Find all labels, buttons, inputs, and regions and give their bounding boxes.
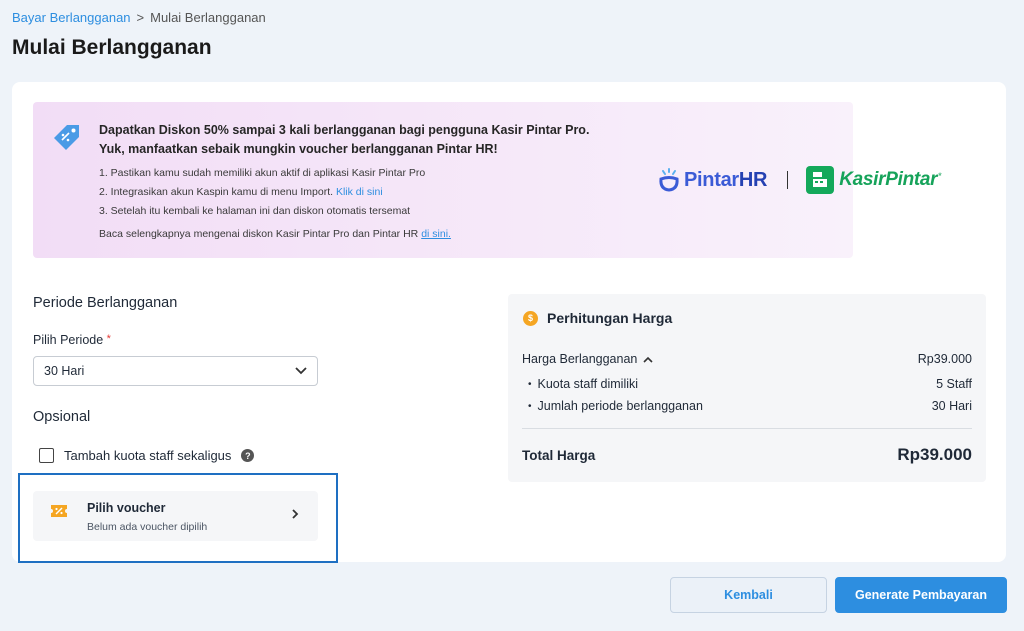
add-staff-quota-checkbox[interactable]: [39, 448, 54, 463]
coin-icon: $: [523, 310, 538, 326]
summary-item-value: 30 Hari: [931, 399, 972, 413]
promo-step-text: 3. Setelah itu kembali ke halaman ini da…: [99, 205, 411, 217]
price-summary-header: $ Perhitungan Harga: [523, 310, 672, 326]
total-price-value: Rp39.000: [897, 445, 972, 464]
kasirpintar-register-icon: [806, 166, 835, 194]
promo-footer-link[interactable]: di sini.: [421, 228, 451, 240]
periode-select[interactable]: 30 Hari: [33, 356, 318, 386]
promo-step-text: 2. Integrasikan akun Kaspin kamu di menu…: [99, 186, 334, 198]
summary-item-label: Jumlah periode berlangganan: [537, 399, 703, 413]
add-staff-quota-label[interactable]: Tambah kuota staff sekaligus: [64, 448, 231, 463]
promo-step-text: 1. Pastikan kamu sudah memiliki akun akt…: [99, 167, 426, 179]
kasirpintar-logo: KasirPintar *: [806, 166, 942, 194]
chevron-right-icon: [292, 509, 299, 519]
logo-divider: [787, 171, 789, 189]
promo-step: 1. Pastikan kamu sudah memiliki akun akt…: [99, 164, 425, 183]
pintarhr-logo-hr: HR: [738, 168, 768, 191]
bullet-icon: •: [528, 400, 532, 412]
subscription-price-toggle[interactable]: Harga Berlangganan: [522, 352, 653, 366]
summary-item-label: Kuota staff dimiliki: [537, 377, 639, 391]
breadcrumb: Bayar Berlangganan > Mulai Berlangganan: [12, 10, 266, 25]
voucher-subtitle: Belum ada voucher dipilih: [87, 521, 208, 533]
pintarhr-smile-icon: [659, 168, 679, 192]
voucher-title: Pilih voucher: [87, 501, 166, 515]
promo-footer-text: Baca selengkapnya mengenai diskon Kasir …: [99, 228, 419, 240]
required-mark: *: [106, 333, 111, 345]
promo-headline: Dapatkan Diskon 50% sampai 3 kali berlan…: [99, 121, 589, 159]
breadcrumb-separator: >: [136, 10, 145, 25]
price-summary-title: Perhitungan Harga: [547, 310, 673, 326]
total-price-row: Total Harga Rp39.000: [522, 445, 972, 465]
subscription-price-label: Harga Berlangganan: [522, 352, 638, 366]
periode-section-title: Periode Berlangganan: [33, 295, 178, 311]
opsional-section-title: Opsional: [33, 409, 91, 425]
generate-payment-button[interactable]: Generate Pembayaran: [835, 577, 1007, 613]
promo-headline-line-2: Yuk, manfaatkan sebaik mungkin voucher b…: [99, 142, 498, 156]
promo-headline-line-1: Dapatkan Diskon 50% sampai 3 kali berlan…: [99, 123, 590, 137]
back-button[interactable]: Kembali: [670, 577, 827, 613]
subscription-price-value: Rp39.000: [917, 352, 972, 366]
pintarhr-logo: PintarHR: [657, 167, 767, 193]
kasirpintar-logo-mark: *: [938, 171, 942, 181]
chevron-up-icon: [643, 356, 653, 363]
promo-step: 3. Setelah itu kembali ke halaman ini da…: [99, 202, 425, 221]
promo-step: 2. Integrasikan akun Kaspin kamu di menu…: [99, 183, 425, 202]
pintarhr-logo-text: PintarHR: [684, 169, 767, 192]
subscription-price-row[interactable]: Harga Berlangganan Rp39.000: [522, 352, 972, 366]
bullet-icon: •: [528, 378, 532, 390]
summary-item-row: • Jumlah periode berlangganan 30 Hari: [522, 399, 972, 413]
voucher-icon: [51, 505, 67, 517]
summary-item-value: 5 Staff: [936, 377, 972, 391]
discount-tag-icon: [54, 125, 79, 150]
promo-banner: Dapatkan Diskon 50% sampai 3 kali berlan…: [33, 102, 942, 258]
import-link[interactable]: Klik di sini: [336, 186, 383, 198]
promo-steps: 1. Pastikan kamu sudah memiliki akun akt…: [99, 164, 425, 221]
summary-item-row: • Kuota staff dimiliki 5 Staff: [522, 377, 972, 391]
periode-label: Pilih Periode *: [33, 333, 111, 347]
partner-logos: PintarHR KasirPintar *: [657, 164, 942, 196]
voucher-picker[interactable]: Pilih voucher Belum ada voucher dipilih: [33, 491, 318, 541]
summary-divider: [522, 428, 972, 429]
breadcrumb-current: Mulai Berlangganan: [150, 10, 266, 25]
kasirpintar-logo-text: KasirPintar: [839, 169, 938, 190]
main-card: Dapatkan Diskon 50% sampai 3 kali berlan…: [12, 82, 1006, 563]
page-title: Mulai Berlangganan: [12, 36, 212, 59]
periode-label-text: Pilih Periode: [33, 333, 104, 347]
promo-footer: Baca selengkapnya mengenai diskon Kasir …: [99, 228, 451, 240]
help-icon[interactable]: ?: [241, 449, 255, 462]
add-staff-quota-row: Tambah kuota staff sekaligus ?: [39, 448, 255, 463]
price-summary: $ Perhitungan Harga Harga Berlangganan R…: [508, 294, 986, 482]
pintarhr-logo-main: Pintar: [684, 168, 739, 191]
chevron-down-icon: [295, 367, 307, 375]
periode-select-value: 30 Hari: [44, 364, 85, 378]
total-price-label: Total Harga: [522, 447, 596, 463]
breadcrumb-link-bayar-berlangganan[interactable]: Bayar Berlangganan: [12, 10, 131, 25]
